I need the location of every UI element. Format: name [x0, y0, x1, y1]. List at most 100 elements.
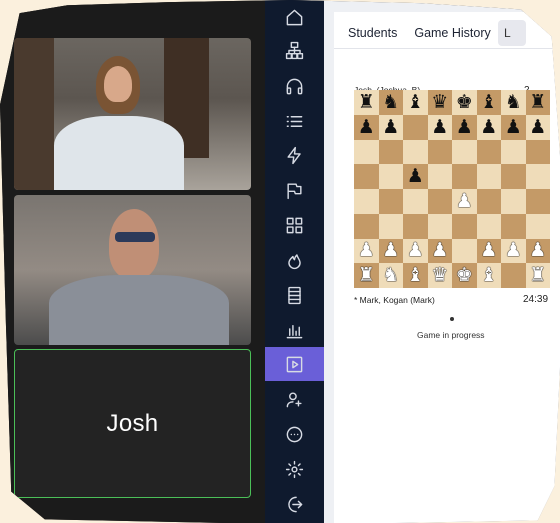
board-square[interactable]: [525, 213, 550, 239]
board-square[interactable]: [452, 164, 477, 189]
board-square[interactable]: [427, 164, 452, 189]
nav-database[interactable]: [265, 278, 324, 312]
board-square[interactable]: [354, 189, 379, 214]
board-square[interactable]: [501, 139, 526, 165]
white-bishop-icon[interactable]: ♝: [407, 266, 424, 285]
board-square[interactable]: ♜: [354, 263, 379, 288]
white-bishop-icon[interactable]: ♝: [480, 266, 497, 285]
board-square[interactable]: [525, 189, 550, 214]
board-square[interactable]: ♟: [403, 238, 428, 264]
nav-lightning[interactable]: [265, 138, 324, 172]
video-tile-josh[interactable]: Josh: [14, 349, 251, 498]
nav-flags[interactable]: [265, 173, 324, 207]
board-square[interactable]: ♝: [403, 90, 428, 115]
board-square[interactable]: ♜: [525, 263, 550, 288]
white-knight-icon[interactable]: ♞: [382, 266, 399, 285]
board-square[interactable]: ♞: [501, 90, 526, 115]
white-pawn-icon[interactable]: ♟: [431, 241, 448, 260]
black-pawn-icon[interactable]: ♟: [480, 118, 497, 137]
board-square[interactable]: ♟: [403, 164, 428, 189]
white-queen-icon[interactable]: ♛: [431, 266, 448, 285]
board-square[interactable]: ♟: [501, 238, 526, 264]
black-pawn-icon[interactable]: ♟: [505, 118, 522, 137]
board-square[interactable]: [354, 164, 379, 189]
white-pawn-icon[interactable]: ♟: [407, 241, 424, 260]
board-square[interactable]: ♟: [427, 238, 452, 264]
black-pawn-icon[interactable]: ♟: [529, 118, 546, 137]
board-square[interactable]: [403, 213, 428, 239]
board-square[interactable]: ♟: [354, 238, 379, 264]
board-square[interactable]: [427, 189, 452, 214]
white-rook-icon[interactable]: ♜: [529, 266, 546, 285]
board-square[interactable]: ♚: [452, 263, 477, 288]
board-square[interactable]: ♟: [501, 114, 526, 140]
board-square[interactable]: ♟: [354, 114, 379, 140]
white-pawn-icon[interactable]: ♟: [456, 192, 473, 211]
white-pawn-icon[interactable]: ♟: [529, 241, 546, 260]
board-square[interactable]: [476, 139, 501, 165]
white-rook-icon[interactable]: ♜: [358, 266, 375, 285]
nav-grid[interactable]: [265, 208, 324, 242]
board-square[interactable]: ♞: [378, 90, 403, 115]
board-square[interactable]: ♝: [476, 90, 501, 115]
nav-chat[interactable]: [265, 417, 324, 451]
board-square[interactable]: [452, 213, 477, 239]
black-bishop-icon[interactable]: ♝: [480, 93, 497, 112]
board-square[interactable]: [378, 164, 403, 189]
board-square[interactable]: [378, 213, 403, 239]
black-knight-icon[interactable]: ♞: [505, 93, 522, 112]
board-square[interactable]: [501, 263, 526, 288]
black-pawn-icon[interactable]: ♟: [407, 167, 424, 186]
board-square[interactable]: [403, 114, 428, 140]
board-square[interactable]: ♚: [452, 90, 477, 115]
nav-play[interactable]: [265, 347, 324, 381]
nav-audio[interactable]: [265, 69, 324, 103]
board-square[interactable]: ♟: [452, 114, 477, 140]
board-square[interactable]: ♝: [403, 263, 428, 288]
board-square[interactable]: [452, 238, 477, 264]
board-square[interactable]: [476, 213, 501, 239]
nav-settings[interactable]: [265, 452, 324, 486]
board-square[interactable]: [476, 164, 501, 189]
board-square[interactable]: [354, 139, 379, 165]
nav-logout[interactable]: [265, 487, 324, 521]
board-square[interactable]: [354, 213, 379, 239]
board-square[interactable]: [403, 189, 428, 214]
board-square[interactable]: ♟: [525, 114, 550, 140]
board-square[interactable]: ♟: [525, 238, 550, 264]
board-square[interactable]: [403, 139, 428, 165]
video-tile-participant-2[interactable]: [14, 195, 251, 345]
board-square[interactable]: ♟: [476, 238, 501, 264]
board-square[interactable]: ♞: [378, 263, 403, 288]
board-square[interactable]: [501, 164, 526, 189]
black-pawn-icon[interactable]: ♟: [431, 118, 448, 137]
board-square[interactable]: ♟: [476, 114, 501, 140]
board-square[interactable]: [525, 164, 550, 189]
black-rook-icon[interactable]: ♜: [529, 93, 546, 112]
board-square[interactable]: [501, 189, 526, 214]
board-square[interactable]: ♛: [427, 90, 452, 115]
nav-stats[interactable]: [265, 313, 324, 347]
board-square[interactable]: ♟: [452, 189, 477, 214]
nav-flame[interactable]: [265, 243, 324, 277]
tab-students[interactable]: Students: [348, 26, 397, 40]
white-pawn-icon[interactable]: ♟: [480, 241, 497, 260]
black-knight-icon[interactable]: ♞: [382, 93, 399, 112]
black-pawn-icon[interactable]: ♟: [358, 118, 375, 137]
nav-list[interactable]: [265, 104, 324, 138]
video-tile-participant-1[interactable]: [14, 38, 251, 190]
board-square[interactable]: [501, 213, 526, 239]
nav-home[interactable]: [265, 0, 324, 34]
board-square[interactable]: ♜: [525, 90, 550, 115]
board-square[interactable]: [427, 139, 452, 165]
board-square[interactable]: [452, 139, 477, 165]
black-queen-icon[interactable]: ♛: [431, 93, 448, 112]
chess-board[interactable]: ♜ ♞ ♝ ♛ ♚ ♝ ♞ ♜ ♟ ♟ ♟ ♟ ♟ ♟ ♟ ♟ ♟ ♟ ♟ ♟ ♟ ♟ ♟ ♟ ♜ ♞ ♝ ♛ ♚ ♝ ♜: [354, 90, 550, 288]
black-rook-icon[interactable]: ♜: [358, 93, 375, 112]
tab-partial[interactable]: L: [498, 20, 526, 46]
black-pawn-icon[interactable]: ♟: [456, 118, 473, 137]
board-square[interactable]: ♛: [427, 263, 452, 288]
board-square[interactable]: ♟: [378, 238, 403, 264]
board-square[interactable]: ♝: [476, 263, 501, 288]
nav-org[interactable]: [265, 33, 324, 67]
